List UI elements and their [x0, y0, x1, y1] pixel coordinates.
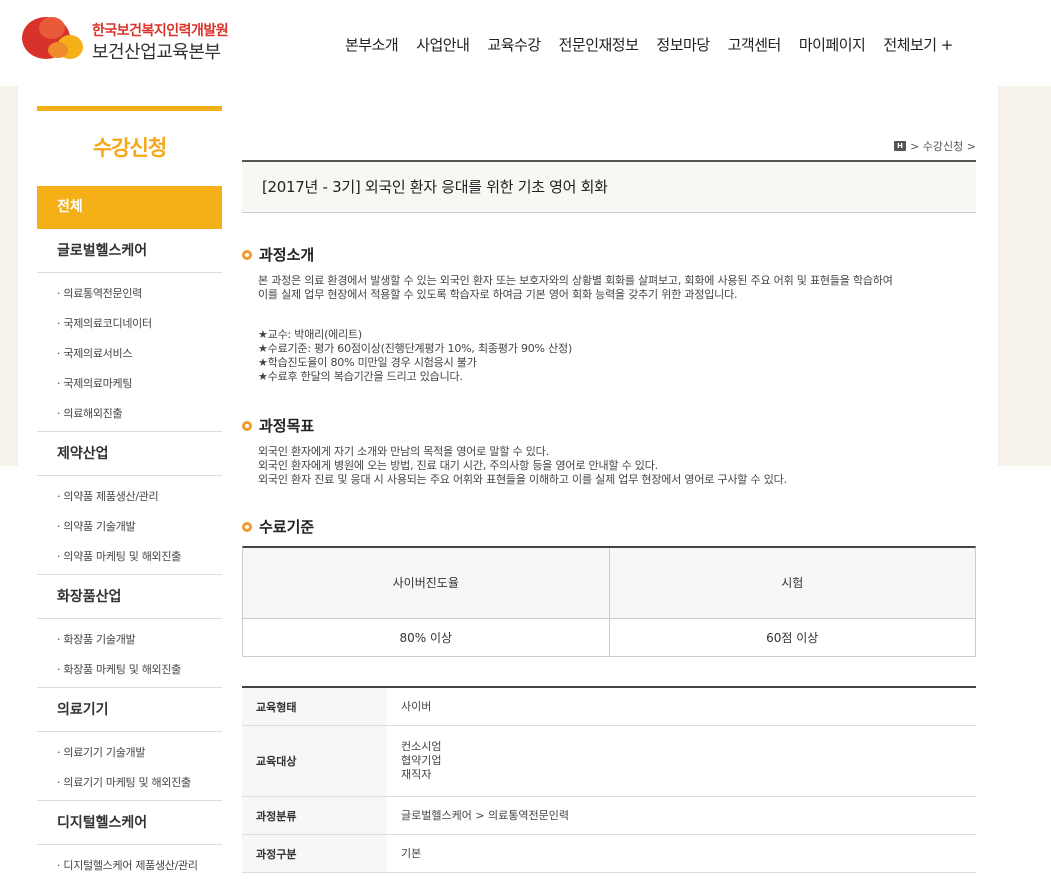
info-value-line: 글로벌헬스케어 > 의료통역전문인력: [401, 808, 570, 822]
sidebar-title: 수강신청: [92, 136, 167, 160]
course-title: [2017년 - 3기] 외국인 환자 응대를 위한 기초 영어 회화: [242, 160, 976, 213]
info-value-line: 협약기업: [401, 754, 442, 767]
sidebar: 수강신청 전체 글로벌헬스케어 · 의료통역전문인력 · 국제의료코디네이터 ·…: [37, 106, 222, 882]
table-row: 교육대상 컨소시엄 협약기업 재직자: [242, 726, 976, 797]
sidebar-item[interactable]: · 화장품 마케팅 및 해외진출: [57, 655, 222, 685]
info-value-line: 재직자: [401, 768, 432, 781]
sidebar-item[interactable]: · 디지털헬스케어 제품생산/관리: [57, 851, 222, 881]
sidebar-category-digital-healthcare[interactable]: 디지털헬스케어: [37, 801, 222, 845]
sidebar-category-medical-devices[interactable]: 의료기기: [37, 688, 222, 732]
table-row: 교육형태 사이버: [242, 688, 976, 726]
sidebar-item[interactable]: · 의약품 제품생산/관리: [57, 482, 222, 512]
info-value: 컨소시엄 협약기업 재직자: [387, 726, 976, 796]
info-value-line: 사이버: [401, 699, 432, 713]
nav-education[interactable]: 교육수강: [487, 34, 541, 55]
text-line: 본 과정은 의료 환경에서 발생할 수 있는 외국인 환자 또는 보호자와의 상…: [258, 274, 893, 287]
info-key: 과정분류: [242, 797, 387, 834]
sidebar-item[interactable]: · 의약품 마케팅 및 해외진출: [57, 542, 222, 572]
info-value: 기본: [387, 835, 976, 872]
note-line: ★수료후 한달의 복습기간을 드리고 있습니다.: [258, 370, 463, 383]
intro-text: 본 과정은 의료 환경에서 발생할 수 있는 외국인 환자 또는 보호자와의 상…: [258, 274, 976, 302]
section-intro-heading: 과정소개: [242, 244, 314, 265]
criteria-value-cell: 60점 이상: [608, 619, 976, 657]
info-value: 글로벌헬스케어 > 의료통역전문인력: [387, 797, 976, 834]
logo-org-name: 한국보건복지인력개발원: [92, 23, 229, 39]
criteria-header-cell: 사이버진도율: [392, 576, 459, 590]
text-line: 이를 실제 업무 현장에서 적용할 수 있도록 학습자로 하여금 기본 영어 회…: [258, 288, 738, 301]
note-line: ★수료기준: 평가 60점이상(진행단계평가 10%, 최종평가 90% 산정): [258, 342, 573, 355]
sidebar-category-cosmetics[interactable]: 화장품산업: [37, 575, 222, 619]
logo-mark-icon: [22, 17, 83, 59]
home-icon[interactable]: H: [894, 141, 907, 151]
bullet-icon: [242, 420, 252, 431]
nav-business[interactable]: 사업안내: [416, 34, 470, 55]
info-key: 교육대상: [242, 726, 387, 796]
nav-support[interactable]: 고객센터: [728, 34, 782, 55]
breadcrumb-sep: >: [910, 139, 920, 153]
sidebar-item[interactable]: · 화장품 기술개발: [57, 625, 222, 655]
section-title: 과정소개: [259, 246, 315, 264]
text-line: 외국인 환자에게 자기 소개와 만남의 목적을 영어로 말할 수 있다.: [258, 445, 549, 458]
sidebar-sublist: · 의료기기 기술개발 · 의료기기 마케팅 및 해외진출: [37, 732, 222, 801]
section-criteria-heading: 수료기준: [242, 516, 314, 537]
goal-text: 외국인 환자에게 자기 소개와 만남의 목적을 영어로 말할 수 있다. 외국인…: [258, 445, 976, 487]
sidebar-sublist: · 디지털헬스케어 제품생산/관리: [37, 845, 222, 882]
text-line: 외국인 환자 진료 및 응대 시 사용되는 주요 어휘와 표현들을 이해하고 이…: [258, 473, 787, 486]
section-goal-heading: 과정목표: [242, 415, 314, 436]
sidebar-item[interactable]: · 의료통역전문인력: [57, 279, 222, 309]
sidebar-item[interactable]: · 의료기기 마케팅 및 해외진출: [57, 768, 222, 798]
criteria-value-row: 80% 이상 60점 이상: [243, 619, 975, 657]
bullet-icon: [242, 249, 252, 260]
sidebar-sublist: · 화장품 기술개발 · 화장품 마케팅 및 해외진출: [37, 619, 222, 688]
course-notes: ★교수: 박애리(에리트) ★수료기준: 평가 60점이상(진행단계평가 10%…: [258, 328, 976, 384]
table-row: 과정구분 기본: [242, 835, 976, 873]
breadcrumb-current[interactable]: 수강신청: [923, 138, 963, 154]
logo-division-name: 보건산업교육본부: [92, 42, 221, 63]
nav-mypage[interactable]: 마이페이지: [799, 34, 866, 55]
criteria-value-cell: 80% 이상: [399, 631, 453, 645]
criteria-table: 사이버진도율 시험 80% 이상 60점 이상: [242, 546, 976, 657]
sidebar-item[interactable]: · 국제의료코디네이터: [57, 309, 222, 339]
section-title: 수료기준: [259, 518, 315, 536]
info-value: 사이버: [387, 688, 976, 725]
bullet-icon: [242, 521, 252, 532]
sidebar-item[interactable]: · 국제의료마케팅: [57, 369, 222, 399]
nav-experts[interactable]: 전문인재정보: [559, 34, 639, 55]
sidebar-item[interactable]: · 의약품 기술개발: [57, 512, 222, 542]
info-key: 교육형태: [242, 688, 387, 725]
breadcrumb-sep: >: [966, 139, 976, 153]
sidebar-category-global-healthcare[interactable]: 글로벌헬스케어: [37, 229, 222, 273]
sidebar-item-all[interactable]: 전체: [37, 186, 222, 229]
nav-about[interactable]: 본부소개: [345, 34, 399, 55]
sidebar-sublist: · 의약품 제품생산/관리 · 의약품 기술개발 · 의약품 마케팅 및 해외진…: [37, 476, 222, 575]
info-key: 과정구분: [242, 835, 387, 872]
criteria-header-row: 사이버진도율 시험: [243, 548, 975, 619]
sidebar-sublist: · 의료통역전문인력 · 국제의료코디네이터 · 국제의료서비스 · 국제의료마…: [37, 273, 222, 432]
info-value-line: 기본: [401, 846, 422, 860]
site-header: 한국보건복지인력개발원 보건산업교육본부 본부소개 사업안내 교육수강 전문인재…: [0, 0, 1051, 86]
section-title: 과정목표: [259, 417, 315, 435]
nav-sitemap[interactable]: 전체보기 +: [883, 34, 953, 55]
page-container: 수강신청 전체 글로벌헬스케어 · 의료통역전문인력 · 국제의료코디네이터 ·…: [18, 86, 998, 882]
site-logo[interactable]: 한국보건복지인력개발원 보건산업교육본부: [18, 14, 248, 64]
note-line: ★학습진도율이 80% 미만일 경우 시험응시 불가: [258, 356, 477, 369]
criteria-header-cell: 시험: [608, 548, 976, 618]
course-info-table: 교육형태 사이버 교육대상 컨소시엄 협약기업 재직자 과정분류 글로벌헬스케어…: [242, 686, 976, 873]
sidebar-item[interactable]: · 국제의료서비스: [57, 339, 222, 369]
sidebar-item[interactable]: · 의료해외진출: [57, 399, 222, 429]
main-nav: 본부소개 사업안내 교육수강 전문인재정보 정보마당 고객센터 마이페이지 전체…: [336, 34, 962, 55]
table-row: 과정분류 글로벌헬스케어 > 의료통역전문인력: [242, 797, 976, 835]
info-value-line: 컨소시엄: [401, 740, 442, 753]
sidebar-item[interactable]: · 의료기기 기술개발: [57, 738, 222, 768]
nav-info[interactable]: 정보마당: [656, 34, 710, 55]
sidebar-category-pharma[interactable]: 제약산업: [37, 432, 222, 476]
breadcrumb: H > 수강신청 >: [894, 138, 976, 154]
text-line: 외국인 환자에게 병원에 오는 방법, 진료 대기 시간, 주의사항 등을 영어…: [258, 459, 658, 472]
note-line: ★교수: 박애리(에리트): [258, 328, 363, 341]
